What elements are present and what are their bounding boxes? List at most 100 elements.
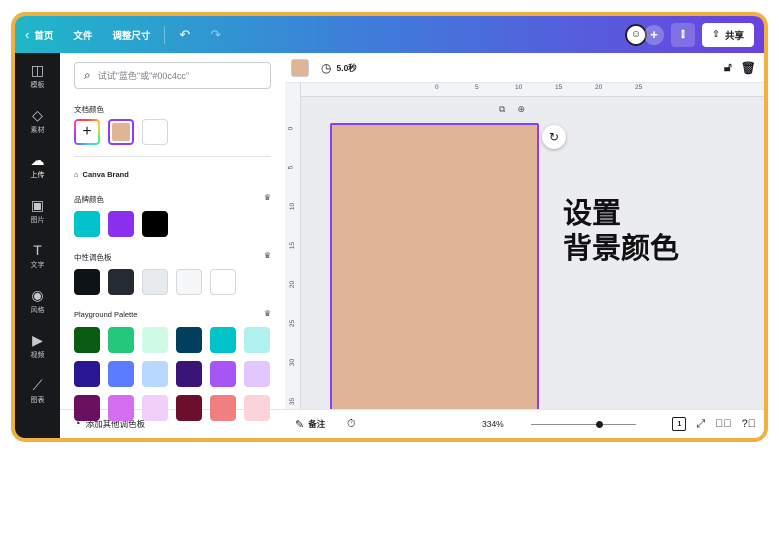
brand-color-swatch[interactable] [142,211,168,237]
file-label: 文件 [73,30,93,42]
file-menu[interactable]: 文件 [63,16,102,53]
canvas-area: ◷ 5.0秒 🔓︎ 🗑︎ 0 5 10 15 20 25 0 5 10 15 20 25 30 35 ⧉… [285,53,764,438]
undo-button[interactable]: ↶ [169,16,200,53]
ruler-tick-label: 15 [555,84,563,91]
redo-button[interactable]: ↷ [200,16,231,53]
rail-item-photos[interactable]: ▣ 图片 [15,188,60,233]
playground-color-swatch[interactable] [176,395,202,421]
rail-label: 视频 [30,351,45,359]
playground-color-swatch[interactable] [74,327,100,353]
neutral-color-swatch[interactable] [108,269,134,295]
upload-cloud-icon: ☁ [30,151,45,168]
palette-icon: ◉ [31,286,44,303]
neutral-color-swatch[interactable] [142,269,168,295]
help-icon[interactable]: ?⃝ [742,418,756,430]
neutral-color-swatch[interactable] [74,269,100,295]
neutral-color-swatch[interactable] [176,269,202,295]
color-panel: ⌕ 试试"蓝色"或"#00c4cc" 文档颜色 + ⌂ Canva Brand … [60,53,285,438]
rail-label: 素材 [30,126,45,134]
photos-icon: ▣ [30,196,45,213]
neutral-color-swatch[interactable] [210,269,236,295]
rail-item-templates[interactable]: ◫ 模板 [15,53,60,98]
playground-color-swatch[interactable] [108,395,134,421]
rail-item-charts[interactable]: ⟋ 图表 [15,368,60,413]
playground-color-swatch[interactable] [244,361,270,387]
doc-color-swatch[interactable] [142,119,168,145]
playground-color-swatch[interactable] [210,395,236,421]
rail-item-elements[interactable]: ◇ 素材 [15,98,60,143]
home-button[interactable]: ‹ 首页 [15,16,63,53]
playground-color-swatch[interactable] [142,361,168,387]
playground-color-swatch[interactable] [74,395,100,421]
playground-color-swatch[interactable] [244,395,270,421]
rail-item-styles[interactable]: ◉ 风格 [15,278,60,323]
ruler-tick-label: 5 [287,165,295,170]
playground-color-swatch[interactable] [210,361,236,387]
notes-label: 备注 [308,419,326,429]
insights-button[interactable]: ⫾ [671,22,696,47]
rail-item-upload[interactable]: ☁ 上传 [15,143,60,188]
duplicate-page-icon[interactable]: ⧉ [499,104,505,115]
playground-color-swatch[interactable] [176,361,202,387]
doc-color-swatch-selected[interactable] [108,119,134,145]
ruler-tick-label: 10 [289,202,297,211]
page-count-button[interactable]: 1 [672,417,687,431]
crown-icon: ♛ [263,251,271,260]
timer-icon[interactable]: ⏱︎ [347,418,356,431]
crown-icon: ♛ [263,309,271,318]
playground-color-swatch[interactable] [244,327,270,353]
zoom-slider[interactable] [531,421,636,428]
add-collaborator-button[interactable]: + [644,24,665,45]
fullscreen-icon[interactable]: ⤢ [696,418,705,431]
rail-label: 图表 [30,396,45,404]
ruler-tick-label: 30 [289,358,297,367]
editor-window: ‹ 首页 文件 调整尺寸 ↶ ↷ ☺ + ⫾ ⇧ 共享 ◫ 模板 ◇ 素材 ☁ … [11,12,768,442]
elements-icon: ◇ [32,106,43,123]
top-bar: ‹ 首页 文件 调整尺寸 ↶ ↷ ☺ + ⫾ ⇧ 共享 [15,16,764,53]
brand-color-swatch[interactable] [74,211,100,237]
ruler-tick-label: 0 [287,126,295,131]
check-circle-icon[interactable]: ✓⃝ [715,418,732,430]
brand-kit-icon: ⌂ [74,170,79,179]
rail-label: 文字 [30,261,45,269]
rail-item-text[interactable]: T 文字 [15,233,60,278]
unlock-icon[interactable]: 🔓︎ [724,60,732,75]
background-color-button[interactable] [291,58,309,77]
rotate-icon: ↻ [548,130,560,144]
add-page-icon[interactable]: ⊕ [517,104,525,115]
rotate-button[interactable]: ↻ [542,125,566,149]
playground-color-swatch[interactable] [176,327,202,353]
ruler-tick-label: 25 [635,84,643,91]
color-search-input[interactable]: ⌕ 试试"蓝色"或"#00c4cc" [74,62,271,89]
playground-color-swatch[interactable] [108,361,134,387]
playground-color-swatch[interactable] [108,327,134,353]
ruler-tick-label: 0 [435,84,439,91]
playground-color-swatch[interactable] [142,327,168,353]
playground-color-swatch[interactable] [74,361,100,387]
design-page[interactable] [330,123,539,411]
playground-color-swatch[interactable] [142,395,168,421]
duration-button[interactable]: ◷ 5.0秒 [321,61,357,75]
notes-button[interactable]: ✎ 备注 [295,418,325,431]
crown-icon: ♛ [263,193,271,202]
add-color-button[interactable]: + [74,119,100,145]
share-label: 共享 [724,30,744,42]
text-icon: T [33,241,42,258]
zoom-slider-handle[interactable] [595,421,603,428]
chevron-left-icon: ‹ [25,27,30,42]
neutral-palette-title: 中性调色板 [74,253,112,262]
rail-label: 模板 [30,81,45,89]
template-icon: ◫ [30,61,45,78]
brand-color-swatch[interactable] [108,211,134,237]
playground-color-swatch[interactable] [210,327,236,353]
ruler-horizontal: 0 5 10 15 20 25 [301,83,764,97]
rail-label: 上传 [30,171,45,179]
resize-label: 调整尺寸 [112,30,151,42]
share-button[interactable]: ⇧ 共享 [702,22,754,47]
upload-icon: ⇧ [712,29,720,40]
resize-button[interactable]: 调整尺寸 [102,16,160,53]
trash-icon[interactable]: 🗑︎ [741,61,756,75]
divider [164,25,166,44]
rail-item-video[interactable]: ▶ 视频 [15,323,60,368]
zoom-level[interactable]: 334% [482,419,504,429]
